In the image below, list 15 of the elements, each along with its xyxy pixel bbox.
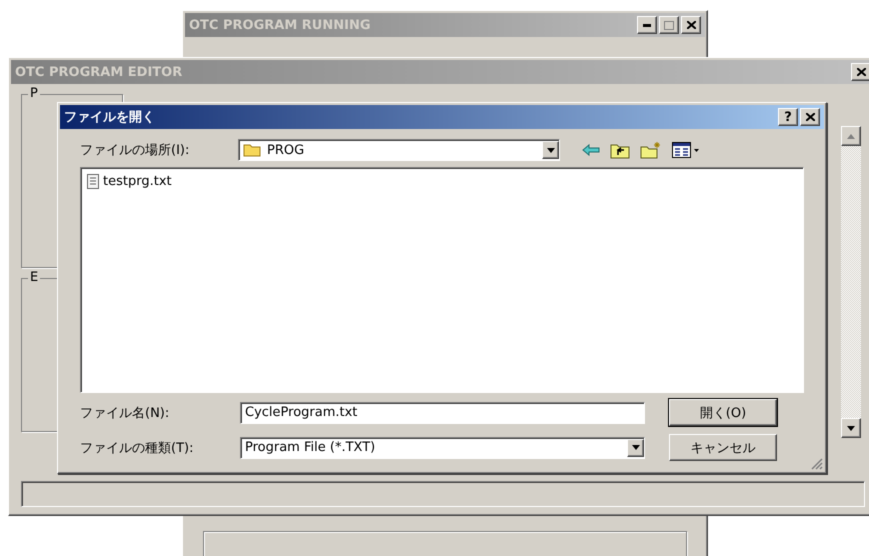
folder-name: PROG xyxy=(267,142,304,158)
window-title: OTC PROGRAM EDITOR xyxy=(15,64,182,80)
open-button[interactable]: 開く(O) xyxy=(669,399,777,426)
look-in-dropdown[interactable]: PROG xyxy=(238,139,560,161)
file-name-label: ファイル名(N): xyxy=(80,404,170,422)
file-type-label: ファイルの種類(T): xyxy=(80,440,194,456)
look-in-label: ファイルの場所(I): xyxy=(80,142,190,159)
file-type-dropdown[interactable]: Program File (*.TXT) xyxy=(240,436,645,458)
file-list[interactable]: testprg.txt xyxy=(80,167,804,393)
file-name-field[interactable]: CycleProgram.txt xyxy=(240,402,645,424)
dialog-title: ファイルを開く xyxy=(64,109,155,126)
cancel-button[interactable]: キャンセル xyxy=(669,434,777,461)
help-button[interactable]: ? xyxy=(778,108,798,126)
window-title: OTC PROGRAM RUNNING xyxy=(189,18,370,32)
file-item[interactable]: testprg.txt xyxy=(87,174,172,189)
